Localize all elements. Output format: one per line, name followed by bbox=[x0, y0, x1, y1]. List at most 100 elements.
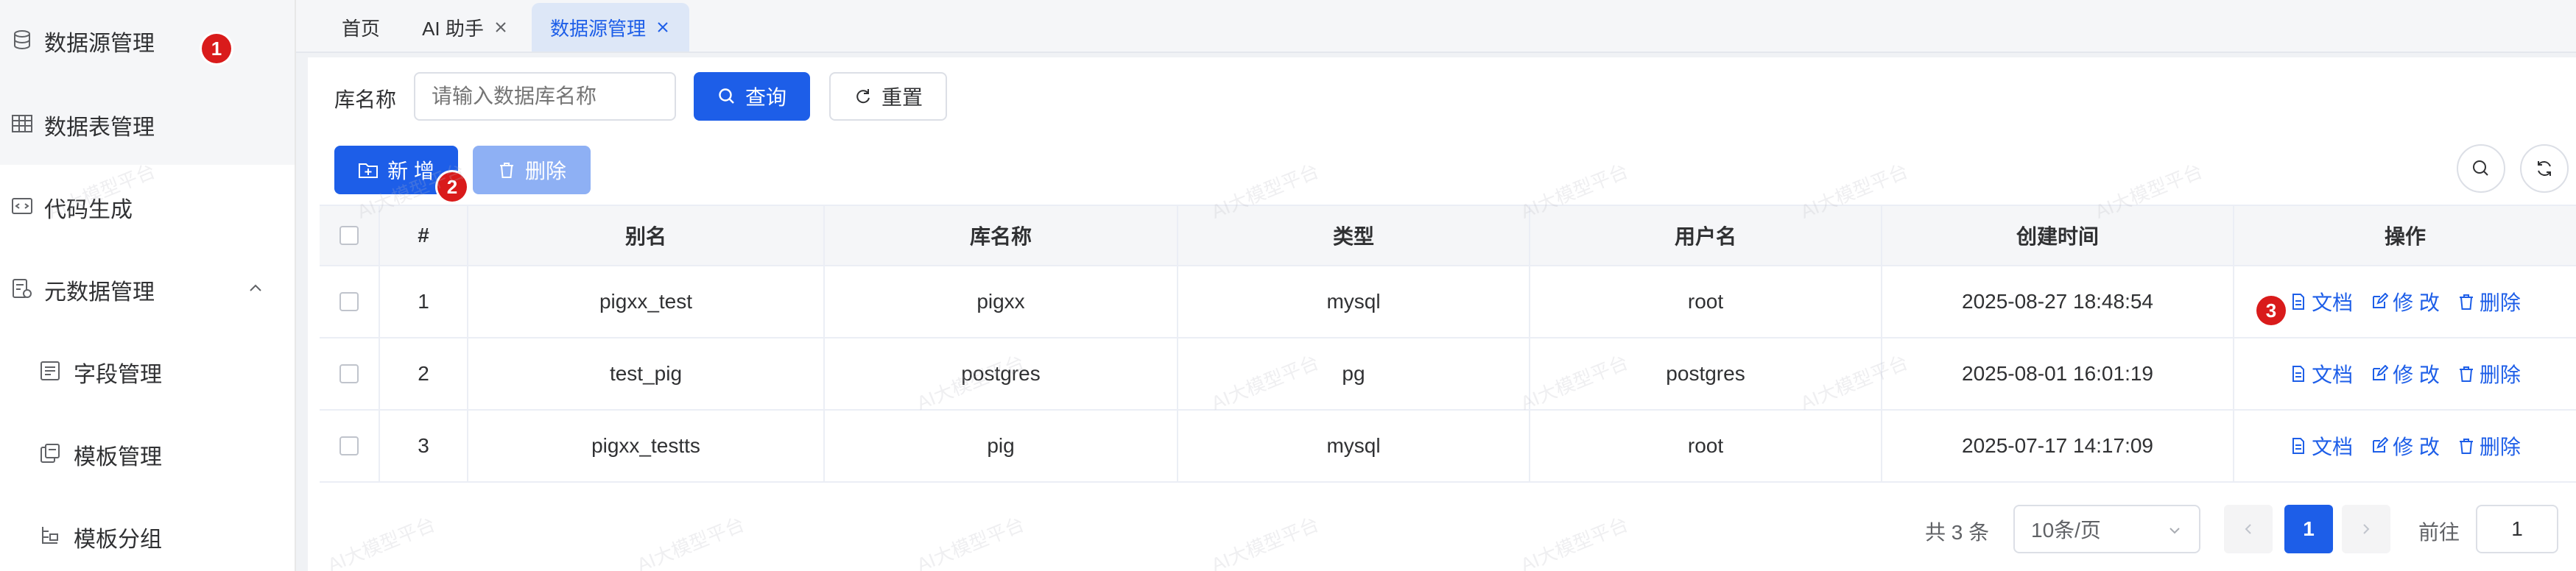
row-username: root bbox=[1529, 266, 1881, 337]
trash-icon bbox=[2459, 294, 2473, 310]
doc-action[interactable]: 文档 bbox=[2290, 359, 2353, 389]
delete-action[interactable]: 删除 bbox=[2457, 431, 2521, 461]
row-checkbox-cell bbox=[320, 411, 379, 481]
metadata-icon bbox=[13, 279, 32, 298]
column-header: 别名 bbox=[467, 206, 823, 265]
query-button[interactable]: 查询 bbox=[694, 72, 810, 121]
row-index: 1 bbox=[379, 266, 467, 337]
table-row: 3 pigxx_testts pig mysql root 2025-07-17… bbox=[320, 411, 2576, 483]
search-input[interactable] bbox=[414, 72, 676, 121]
chevron-down-icon bbox=[2169, 528, 2180, 534]
reset-button[interactable]: 重置 bbox=[829, 72, 947, 121]
sidebar-item-metadata[interactable]: 元数据管理 bbox=[0, 247, 295, 330]
template-group-icon bbox=[42, 527, 58, 544]
sidebar-item-codegen[interactable]: 代码生成 bbox=[0, 165, 295, 247]
edit-action[interactable]: 修 改 bbox=[2371, 431, 2440, 461]
app-root: 数据源管理 1 数据表管理 代码生成 元数据管理 字段管理 模板管理 模板分组 bbox=[0, 0, 2576, 571]
sidebar-item-label: 数据表管理 bbox=[44, 116, 155, 140]
chevron-up-icon[interactable] bbox=[246, 279, 265, 298]
select-all-checkbox[interactable] bbox=[339, 226, 359, 245]
sidebar-item-template-group[interactable]: 模板分组 bbox=[0, 494, 295, 571]
doc-action-label: 文档 bbox=[2312, 436, 2354, 458]
prev-page-button[interactable] bbox=[2224, 505, 2273, 553]
sidebar-item-label: 元数据管理 bbox=[44, 280, 155, 305]
tab-label: AI 助手 bbox=[422, 17, 484, 40]
annotation-marker-3: 3 bbox=[2256, 296, 2286, 325]
add-label: 新 增 bbox=[387, 160, 434, 182]
doc-action-label: 文档 bbox=[2312, 363, 2354, 386]
goto-page-input[interactable]: 1 bbox=[2476, 505, 2558, 553]
table-row: 2 test_pig postgres pg postgres 2025-08-… bbox=[320, 338, 2576, 411]
chevron-right-icon bbox=[2363, 524, 2370, 534]
column-header: # bbox=[379, 206, 467, 265]
row-type: mysql bbox=[1177, 411, 1529, 481]
row-index: 2 bbox=[379, 338, 467, 409]
column-header: 类型 bbox=[1177, 206, 1529, 265]
page-size-select[interactable]: 10条/页 bbox=[2013, 505, 2200, 553]
row-checkbox[interactable] bbox=[339, 364, 359, 383]
edit-action[interactable]: 修 改 bbox=[2371, 359, 2440, 389]
delete-action[interactable]: 删除 bbox=[2457, 359, 2521, 389]
delete-batch-button[interactable]: 删除 bbox=[473, 146, 591, 194]
row-checkbox[interactable] bbox=[339, 292, 359, 311]
column-header: 操作 bbox=[2233, 206, 2576, 265]
edit-action[interactable]: 修 改 bbox=[2371, 287, 2440, 316]
close-icon[interactable] bbox=[493, 19, 509, 35]
sidebar: 数据源管理 1 数据表管理 代码生成 元数据管理 字段管理 模板管理 模板分组 bbox=[0, 0, 296, 571]
edit-icon bbox=[2373, 437, 2389, 453]
table-row: 1 pigxx_test pigxx mysql root 2025-08-27… bbox=[320, 266, 2576, 338]
edit-icon bbox=[2373, 365, 2389, 380]
query-label: 查询 bbox=[745, 86, 786, 109]
delete-action-label: 删除 bbox=[2479, 436, 2521, 458]
row-username: postgres bbox=[1529, 338, 1881, 409]
delete-action[interactable]: 删除 bbox=[2457, 287, 2521, 316]
tab-bar: 首页 AI 助手 数据源管理 bbox=[296, 0, 2576, 53]
refresh-icon bbox=[2538, 161, 2551, 176]
column-header: 库名称 bbox=[823, 206, 1177, 265]
document-icon bbox=[2292, 294, 2305, 310]
edit-action-label: 修 改 bbox=[2393, 363, 2440, 386]
sidebar-item-datatable[interactable]: 数据表管理 bbox=[0, 82, 295, 165]
sidebar-item-templates[interactable]: 模板管理 bbox=[0, 412, 295, 494]
search-toggle-button[interactable] bbox=[2457, 144, 2505, 193]
row-username: root bbox=[1529, 411, 1881, 481]
folder-add-icon bbox=[359, 163, 379, 178]
sidebar-item-datasource[interactable]: 数据源管理 bbox=[0, 0, 295, 82]
chevron-left-icon bbox=[2245, 524, 2251, 534]
row-db-name: pig bbox=[823, 411, 1177, 481]
header-checkbox-cell bbox=[320, 206, 379, 265]
field-list-icon bbox=[41, 361, 60, 380]
row-created-time: 2025-08-27 18:48:54 bbox=[1881, 266, 2233, 337]
reset-label: 重置 bbox=[881, 86, 923, 109]
template-icon bbox=[41, 444, 60, 463]
code-icon bbox=[12, 198, 32, 214]
next-page-button[interactable] bbox=[2342, 505, 2390, 553]
close-icon[interactable] bbox=[655, 19, 671, 35]
row-alias: test_pig bbox=[467, 338, 823, 409]
sidebar-item-fields[interactable]: 字段管理 bbox=[0, 330, 295, 412]
edit-action-label: 修 改 bbox=[2393, 436, 2440, 458]
refresh-button[interactable] bbox=[2520, 144, 2569, 193]
row-checkbox-cell bbox=[320, 338, 379, 409]
annotation-marker-1: 1 bbox=[202, 34, 231, 63]
row-alias: pigxx_testts bbox=[467, 411, 823, 481]
row-db-name: pigxx bbox=[823, 266, 1177, 337]
tab-ai-assistant[interactable]: AI 助手 bbox=[409, 3, 521, 52]
row-db-name: postgres bbox=[823, 338, 1177, 409]
tab-home[interactable]: 首页 bbox=[327, 3, 395, 52]
row-index: 3 bbox=[379, 411, 467, 481]
tab-label: 首页 bbox=[341, 17, 380, 40]
sidebar-item-label: 模板分组 bbox=[74, 528, 162, 552]
search-label: 库名称 bbox=[334, 88, 397, 111]
sidebar-item-label: 字段管理 bbox=[74, 363, 162, 387]
doc-action[interactable]: 文档 bbox=[2290, 287, 2353, 316]
tab-datasource[interactable]: 数据源管理 bbox=[532, 3, 689, 52]
page-button-current[interactable]: 1 bbox=[2284, 505, 2333, 553]
tab-label: 数据源管理 bbox=[549, 17, 646, 40]
annotation-marker-2: 2 bbox=[437, 172, 467, 202]
row-actions: 文档 修 改 删除 bbox=[2233, 338, 2576, 409]
column-header: 用户名 bbox=[1529, 206, 1881, 265]
trash-icon bbox=[2459, 439, 2473, 454]
row-checkbox[interactable] bbox=[339, 436, 359, 455]
doc-action[interactable]: 文档 bbox=[2290, 431, 2353, 461]
